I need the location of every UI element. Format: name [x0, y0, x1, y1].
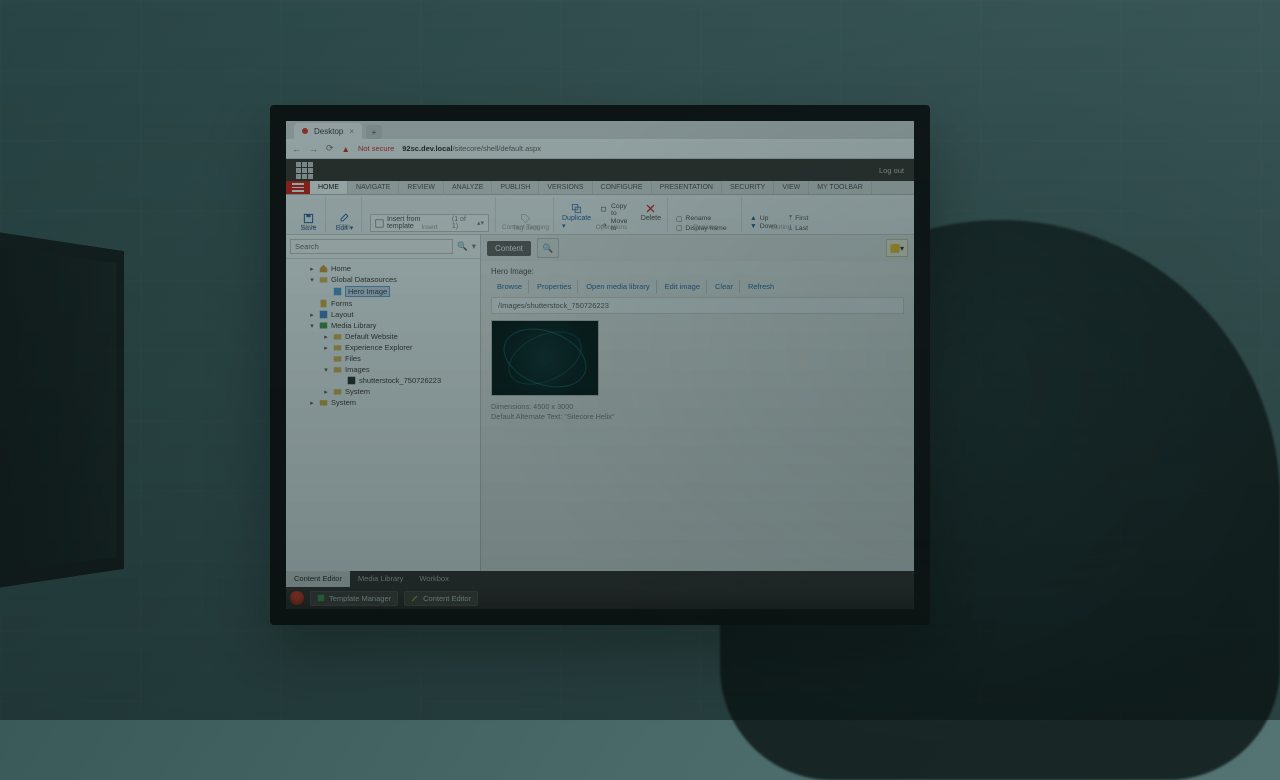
ribbon-tab-versions[interactable]: VERSIONS	[539, 181, 592, 194]
reload-button[interactable]: ⟳	[326, 143, 334, 154]
content-tab[interactable]: Content	[487, 241, 531, 256]
back-button[interactable]: ←	[292, 144, 301, 154]
properties-button[interactable]: Properties	[531, 280, 578, 293]
ribbon-tab-mytoolbar[interactable]: MY TOOLBAR	[809, 181, 872, 194]
field-label: Hero Image:	[491, 267, 904, 276]
not-secure-icon: ▲	[342, 144, 350, 154]
folder-icon	[333, 387, 342, 396]
edit-icon	[339, 212, 350, 223]
tree-node-hero-image[interactable]: Hero Image	[286, 285, 480, 298]
tree-panel: 🔍 ▾ ▸Home ▾Global Datasources Hero Image…	[286, 235, 481, 571]
image-thumbnail	[491, 320, 599, 396]
rename-button[interactable]: ▢ Rename	[676, 215, 727, 223]
edit-image-button[interactable]: Edit image	[659, 280, 707, 293]
forms-icon	[319, 299, 328, 308]
ribbon-tab-analyze[interactable]: ANALYZE	[444, 181, 492, 194]
tree-node-home[interactable]: ▸Home	[286, 263, 480, 274]
not-secure-label: Not secure	[358, 144, 394, 153]
editor-bottom-tabs: Content Editor Media Library Workbox	[286, 571, 914, 587]
screen: Desktop × + ← → ⟳ ▲ Not secure 92sc.dev.…	[286, 121, 914, 609]
open-media-library-button[interactable]: Open media library	[580, 280, 656, 293]
new-tab-button[interactable]: +	[366, 125, 382, 139]
browser-tab[interactable]: Desktop ×	[294, 123, 362, 139]
copy-to-button[interactable]: Copy to	[601, 203, 631, 217]
logout-link[interactable]: Log out	[879, 166, 904, 175]
monitor-bezel: Desktop × + ← → ⟳ ▲ Not secure 92sc.dev.…	[270, 105, 930, 625]
template-manager-icon	[317, 594, 325, 602]
copy-icon	[601, 206, 608, 214]
ribbon-tab-review[interactable]: REVIEW	[399, 181, 444, 194]
image-file-icon	[347, 376, 356, 385]
media-icon	[319, 321, 328, 330]
menu-hamburger-icon[interactable]	[286, 181, 310, 194]
ribbon-toolbar: Save Write Edit ▾ Edit Insert from templ…	[286, 195, 914, 235]
browser-tabbar: Desktop × +	[286, 121, 914, 139]
close-tab-icon[interactable]: ×	[349, 127, 354, 136]
browse-button[interactable]: Browse	[491, 280, 529, 293]
search-dropdown-icon[interactable]: ▾	[472, 241, 476, 252]
tree-node-system[interactable]: ▸System	[286, 386, 480, 397]
taskbar-template-manager[interactable]: Template Manager	[310, 591, 398, 606]
sort-up-button[interactable]: ▲ Up	[750, 215, 777, 222]
folder-icon	[333, 343, 342, 352]
app-topbar: Log out	[286, 159, 914, 181]
folder-icon	[333, 365, 342, 374]
image-dimensions: Dimensions: 4500 x 3000	[491, 402, 904, 412]
ribbon-tab-view[interactable]: VIEW	[774, 181, 809, 194]
ribbon-tab-home[interactable]: HOME	[310, 181, 348, 194]
duplicate-icon	[571, 203, 582, 214]
folder-icon	[333, 332, 342, 341]
image-alt-text: Default Alternate Text: "Sitecore Helix"	[491, 412, 904, 422]
search-icon[interactable]: 🔍	[457, 241, 468, 252]
bottom-tab-workbox[interactable]: Workbox	[411, 571, 456, 587]
sort-first-button[interactable]: ⤒ First	[789, 215, 808, 223]
launchpad-icon[interactable]	[296, 162, 313, 179]
address-text[interactable]: 92sc.dev.local/sitecore/shell/default.as…	[402, 144, 541, 153]
refresh-button[interactable]: Refresh	[742, 280, 780, 293]
tab-title: Desktop	[314, 127, 343, 136]
folder-icon	[333, 354, 342, 363]
save-icon	[303, 213, 314, 224]
system-icon	[319, 398, 328, 407]
tree-node-default-website[interactable]: ▸Default Website	[286, 331, 480, 342]
image-icon	[333, 287, 342, 296]
sitecore-start-icon[interactable]	[290, 591, 304, 605]
sitecore-taskbar: Template Manager Content Editor	[286, 587, 914, 609]
browser-urlbar: ← → ⟳ ▲ Not secure 92sc.dev.local/siteco…	[286, 139, 914, 159]
pencil-icon	[411, 594, 419, 602]
tree-node-global[interactable]: ▾Global Datasources	[286, 274, 480, 285]
image-field-actions: Browse Properties Open media library Edi…	[491, 280, 904, 293]
home-icon	[319, 264, 328, 273]
ribbon-tab-publish[interactable]: PUBLISH	[492, 181, 539, 194]
bottom-tab-content-editor[interactable]: Content Editor	[286, 571, 350, 587]
language-flag-button[interactable]: 🟨▾	[886, 239, 908, 257]
tree-node-images[interactable]: ▾Images	[286, 364, 480, 375]
clear-button[interactable]: Clear	[709, 280, 740, 293]
tree-node-layout[interactable]: ▸Layout	[286, 309, 480, 320]
tree-node-experience[interactable]: ▸Experience Explorer	[286, 342, 480, 353]
ribbon-tab-security[interactable]: SECURITY	[722, 181, 774, 194]
tree-node-shutterstock[interactable]: shutterstock_750726223	[286, 375, 480, 386]
tree-node-files[interactable]: Files	[286, 353, 480, 364]
tree-node-media[interactable]: ▾Media Library	[286, 320, 480, 331]
bottom-tab-media-library[interactable]: Media Library	[350, 571, 411, 587]
opera-icon	[302, 128, 308, 134]
ribbon-tabs: HOME NAVIGATE REVIEW ANALYZE PUBLISH VER…	[286, 181, 914, 195]
taskbar-content-editor[interactable]: Content Editor	[404, 591, 478, 606]
content-panel: Content 🔍 🟨▾ Hero Image: Browse Properti…	[481, 235, 914, 571]
ribbon-tab-configure[interactable]: CONFIGURE	[593, 181, 652, 194]
tree-node-system2[interactable]: ▸System	[286, 397, 480, 408]
tag-icon	[520, 213, 531, 224]
ribbon-tab-presentation[interactable]: PRESENTATION	[652, 181, 722, 194]
delete-icon	[645, 203, 656, 214]
content-search-button[interactable]: 🔍	[537, 238, 559, 258]
layout-icon	[319, 310, 328, 319]
forward-button[interactable]: →	[309, 144, 318, 154]
search-input[interactable]	[290, 239, 453, 254]
ribbon-tab-navigate[interactable]: NAVIGATE	[348, 181, 399, 194]
image-path: /Images/shutterstock_750726223	[491, 297, 904, 314]
folder-icon	[319, 275, 328, 284]
tree-node-forms[interactable]: Forms	[286, 298, 480, 309]
